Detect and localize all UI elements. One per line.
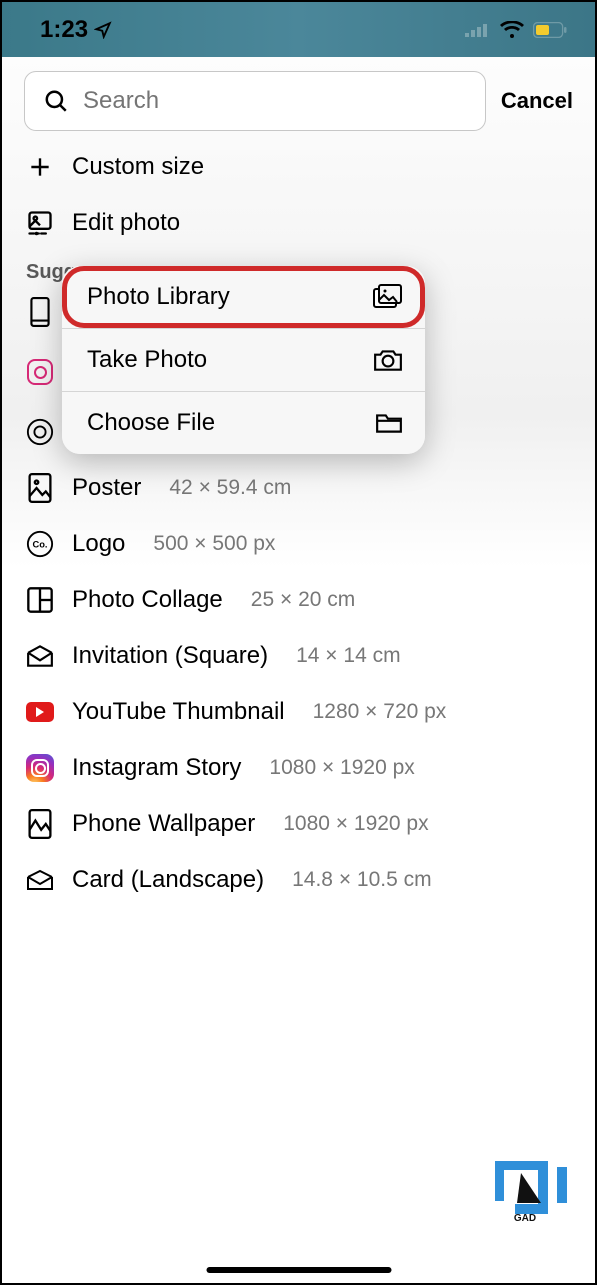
list-item-dim: 25 × 20 cm: [251, 588, 355, 612]
status-bar: 1:23: [2, 2, 595, 57]
location-icon: [94, 21, 112, 39]
list-item-dim: 14.8 × 10.5 cm: [292, 868, 432, 892]
instagram-icon: [26, 754, 54, 782]
list-item-label: Invitation (Square): [72, 642, 268, 670]
list-item-label: Logo: [72, 530, 125, 558]
instagram-icon: [26, 358, 54, 386]
list-item-dim: 1080 × 1920 px: [283, 812, 428, 836]
logo-icon: Co.: [26, 530, 54, 558]
edit-photo-row[interactable]: Edit photo: [2, 195, 595, 251]
signal-icon: [465, 23, 491, 37]
clock: 1:23: [40, 16, 88, 44]
status-bar-left: 1:23: [40, 16, 112, 44]
list-item[interactable]: Photo Collage 25 × 20 cm: [2, 572, 595, 628]
photo-library-item[interactable]: Photo Library: [62, 266, 425, 329]
search-field[interactable]: [83, 87, 467, 115]
list-item-label: Phone Wallpaper: [72, 810, 255, 838]
custom-size-label: Custom size: [72, 153, 204, 181]
list-item-dim: 1080 × 1920 px: [269, 756, 414, 780]
list-item-label: Poster: [72, 474, 141, 502]
brand-logo: GAD: [495, 1161, 573, 1223]
photo-library-icon: [373, 284, 403, 310]
list-item[interactable]: Phone Wallpaper 1080 × 1920 px: [2, 796, 595, 852]
custom-size-row[interactable]: Custom size: [2, 139, 595, 195]
take-photo-label: Take Photo: [87, 346, 207, 374]
phone-icon: [26, 298, 54, 326]
folder-icon: [375, 411, 403, 435]
search-icon: [43, 88, 69, 114]
cancel-button[interactable]: Cancel: [501, 88, 573, 114]
list-item-label: YouTube Thumbnail: [72, 698, 285, 726]
wallpaper-icon: [26, 810, 54, 838]
camera-icon: [373, 348, 403, 372]
list-item-dim: 500 × 500 px: [153, 532, 275, 556]
list-item-dim: 1280 × 720 px: [313, 700, 447, 724]
edit-photo-label: Edit photo: [72, 209, 180, 237]
list-item[interactable]: Co. Logo 500 × 500 px: [2, 516, 595, 572]
status-bar-right: [465, 21, 567, 39]
home-indicator[interactable]: [206, 1267, 391, 1273]
poster-icon: [26, 474, 54, 502]
wifi-icon: [500, 21, 524, 39]
list-item-label: Photo Collage: [72, 586, 223, 614]
invitation-icon: [26, 642, 54, 670]
story-icon: [26, 418, 54, 446]
photo-library-label: Photo Library: [87, 283, 230, 311]
plus-icon: [26, 153, 54, 181]
list-item-dim: 42 × 59.4 cm: [169, 476, 291, 500]
svg-text:GAD: GAD: [514, 1213, 536, 1223]
list-item-label: Card (Landscape): [72, 866, 264, 894]
battery-icon: [533, 22, 567, 38]
collage-icon: [26, 586, 54, 614]
list-item[interactable]: Poster 42 × 59.4 cm: [2, 460, 595, 516]
youtube-icon: [26, 698, 54, 726]
list-item-label: Instagram Story: [72, 754, 241, 782]
card-icon: [26, 866, 54, 894]
list-item-dim: 14 × 14 cm: [296, 644, 400, 668]
list-item[interactable]: Invitation (Square) 14 × 14 cm: [2, 628, 595, 684]
choose-file-item[interactable]: Choose File: [62, 392, 425, 454]
list-item[interactable]: Card (Landscape) 14.8 × 10.5 cm: [2, 852, 595, 908]
photo-source-popover: Photo Library Take Photo Choose File: [62, 266, 425, 454]
take-photo-item[interactable]: Take Photo: [62, 329, 425, 392]
svg-text:Co.: Co.: [32, 540, 47, 550]
search-input[interactable]: [24, 71, 486, 131]
list-item[interactable]: YouTube Thumbnail 1280 × 720 px: [2, 684, 595, 740]
choose-file-label: Choose File: [87, 409, 215, 437]
list-item[interactable]: Instagram Story 1080 × 1920 px: [2, 740, 595, 796]
edit-photo-icon: [26, 209, 54, 237]
